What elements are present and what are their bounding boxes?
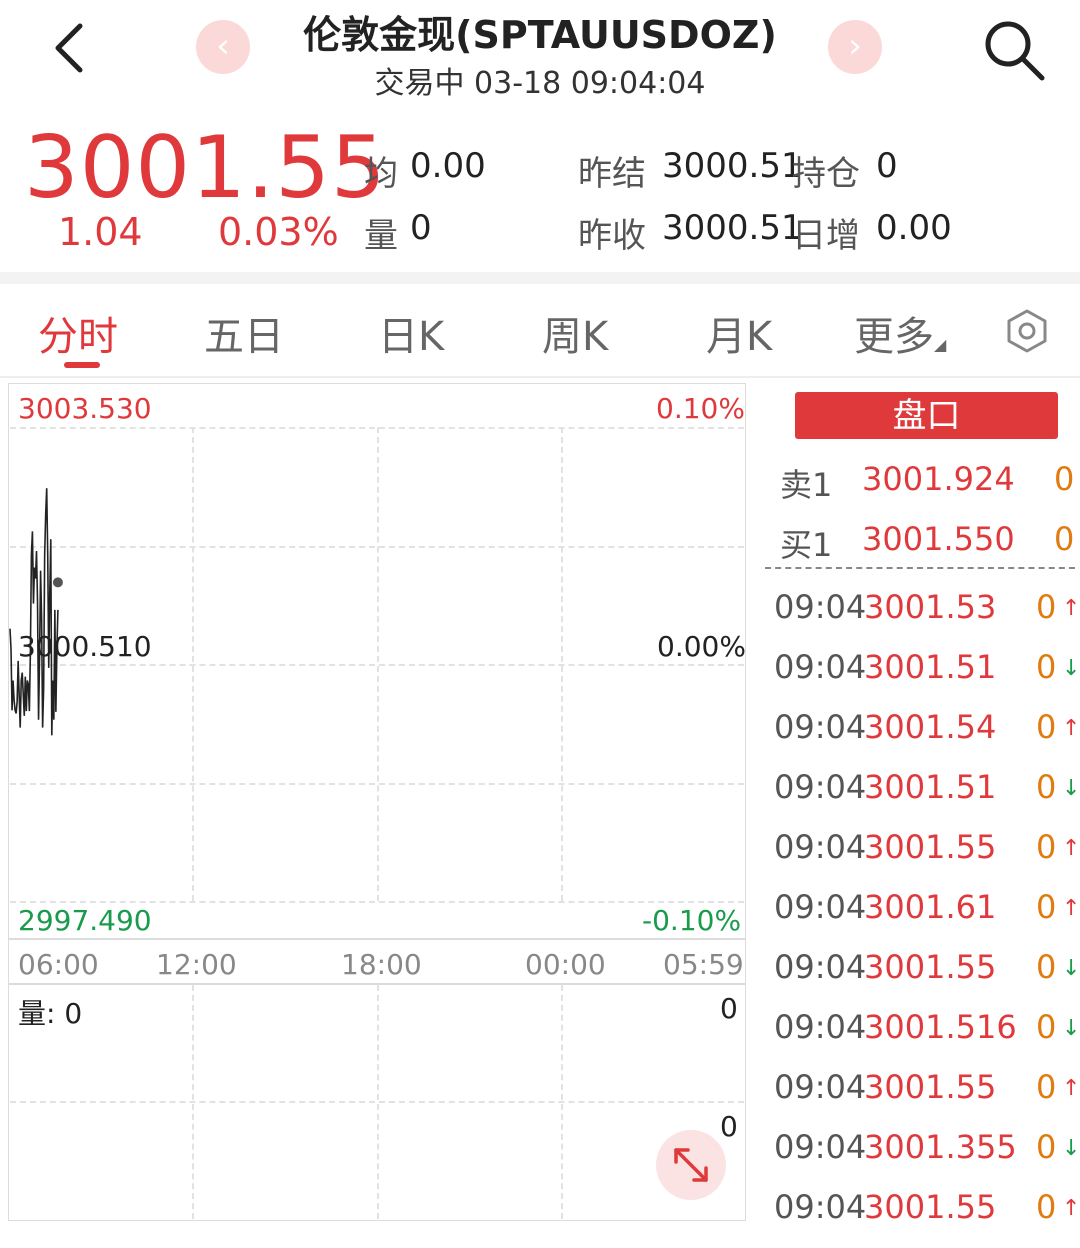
tick-row: 09:04 3001.53 0 ↑: [770, 588, 1080, 648]
ask1-qty: 0: [1054, 460, 1075, 498]
volume-axis-top-label: 0: [720, 992, 738, 1025]
tick-price: 3001.516: [864, 1008, 1017, 1046]
tick-row: 09:04 3001.516 0 ↓: [770, 1008, 1080, 1068]
price-line-chart: [9, 488, 63, 736]
open-interest-value: 0: [876, 146, 898, 186]
tick-row: 09:04 3001.55 0 ↓: [770, 948, 1080, 1008]
last-price-dot: [52, 577, 63, 588]
tick-row: 09:04 3001.51 0 ↓: [770, 768, 1080, 828]
settings-button[interactable]: [1004, 308, 1050, 354]
tick-qty: 0: [1036, 1008, 1057, 1046]
daily-increase-label: 日增: [792, 216, 860, 256]
x-axis-tick-label: 06:00: [18, 948, 99, 981]
arrow-up-icon: ↑: [1062, 1076, 1080, 1101]
tab-more[interactable]: 更多◢: [854, 304, 946, 362]
tick-list[interactable]: 09:04 3001.53 0 ↑ 09:04 3001.51 0 ↓ 09:04 3001.54…: [770, 588, 1080, 1235]
arrow-down-icon: ↓: [1062, 776, 1080, 801]
grid-line: [561, 985, 563, 1219]
open-interest-label: 持仓: [792, 154, 860, 194]
tick-qty: 0: [1036, 1188, 1057, 1226]
x-axis-tick-label: 05:59: [663, 948, 744, 981]
tick-qty: 0: [1036, 588, 1057, 626]
y-axis-max-pct-label: 0.10%: [656, 392, 745, 425]
price-series-line: [9, 488, 59, 736]
y-axis-max-label: 3003.530: [18, 392, 152, 425]
gear-icon: [1007, 309, 1047, 353]
tick-row: 09:04 3001.55 0 ↑: [770, 1068, 1080, 1128]
tick-qty: 0: [1036, 1128, 1057, 1166]
search-button[interactable]: [980, 16, 1050, 86]
y-axis-min-pct-label: -0.10%: [642, 904, 742, 937]
arrow-down-icon: ↓: [1062, 656, 1080, 681]
tick-qty: 0: [1036, 828, 1057, 866]
tick-time: 09:04: [774, 1068, 867, 1106]
bid1-qty: 0: [1054, 520, 1075, 558]
y-axis-mid-label: 3000.510: [18, 630, 152, 663]
tick-price: 3001.53: [864, 588, 997, 626]
tick-row: 09:04 3001.51 0 ↓: [770, 648, 1080, 708]
tick-qty: 0: [1036, 948, 1057, 986]
tick-time: 09:04: [774, 708, 867, 746]
x-axis-tick-label: 18:00: [341, 948, 422, 981]
dropdown-triangle-icon: ◢: [934, 335, 947, 354]
tick-time: 09:04: [774, 1128, 867, 1166]
tick-time: 09:04: [774, 1188, 867, 1226]
arrow-down-icon: ↓: [1062, 1136, 1080, 1161]
tick-qty: 0: [1036, 708, 1057, 746]
volume-chart-value: 0: [64, 997, 83, 1030]
volume-chart-label-text: 量:: [18, 997, 56, 1030]
order-book-header[interactable]: 盘口: [795, 392, 1058, 439]
tab-more-label: 更多: [854, 314, 934, 360]
volume-chart-label: 量: 0: [18, 992, 82, 1032]
fullscreen-button[interactable]: [656, 1130, 726, 1200]
order-book-separator: [765, 567, 1075, 569]
next-instrument-button[interactable]: ›: [828, 20, 882, 74]
expand-arrows-icon: [674, 1148, 708, 1182]
tick-time: 09:04: [774, 768, 867, 806]
tick-row: 09:04 3001.54 0 ↑: [770, 708, 1080, 768]
daily-increase-value: 0.00: [876, 208, 952, 248]
tick-time: 09:04: [774, 1008, 867, 1046]
y-axis-min-label: 2997.490: [18, 904, 152, 937]
tick-price: 3001.55: [864, 1068, 997, 1106]
tick-time: 09:04: [774, 828, 867, 866]
tick-qty: 0: [1036, 768, 1057, 806]
search-icon: [985, 21, 1045, 81]
arrow-down-icon: ↓: [1062, 1016, 1080, 1041]
tick-time: 09:04: [774, 588, 867, 626]
tick-price: 3001.61: [864, 888, 997, 926]
tick-time: 09:04: [774, 948, 867, 986]
tick-time: 09:04: [774, 648, 867, 686]
arrow-down-icon: ↓: [1062, 956, 1080, 981]
arrow-up-icon: ↑: [1062, 596, 1080, 621]
bid1-label: 买1: [780, 526, 833, 564]
tick-price: 3001.51: [864, 648, 997, 686]
bid1-price: 3001.550: [862, 520, 1015, 558]
tick-price: 3001.355: [864, 1128, 1017, 1166]
tick-qty: 0: [1036, 1068, 1057, 1106]
arrow-up-icon: ↑: [1062, 836, 1080, 861]
tick-row: 09:04 3001.61 0 ↑: [770, 888, 1080, 948]
tick-qty: 0: [1036, 888, 1057, 926]
tick-price: 3001.55: [864, 828, 997, 866]
tick-row: 09:04 3001.55 0 ↑: [770, 1188, 1080, 1248]
arrow-up-icon: ↑: [1062, 716, 1080, 741]
y-axis-mid-pct-label: 0.00%: [657, 630, 746, 663]
tick-row: 09:04 3001.55 0 ↑: [770, 828, 1080, 888]
ask1-label: 卖1: [780, 466, 833, 504]
tick-price: 3001.54: [864, 708, 997, 746]
tick-row: 09:04 3001.355 0 ↓: [770, 1128, 1080, 1188]
arrow-up-icon: ↑: [1062, 896, 1080, 921]
grid-line: [377, 985, 379, 1219]
grid-line: [192, 985, 194, 1219]
tick-price: 3001.55: [864, 948, 997, 986]
ask1-price: 3001.924: [862, 460, 1015, 498]
tick-price: 3001.51: [864, 768, 997, 806]
x-axis-tick-label: 12:00: [156, 948, 237, 981]
tick-time: 09:04: [774, 888, 867, 926]
tick-price: 3001.55: [864, 1188, 997, 1226]
tick-qty: 0: [1036, 648, 1057, 686]
x-axis-tick-label: 00:00: [525, 948, 606, 981]
arrow-up-icon: ↑: [1062, 1196, 1080, 1221]
